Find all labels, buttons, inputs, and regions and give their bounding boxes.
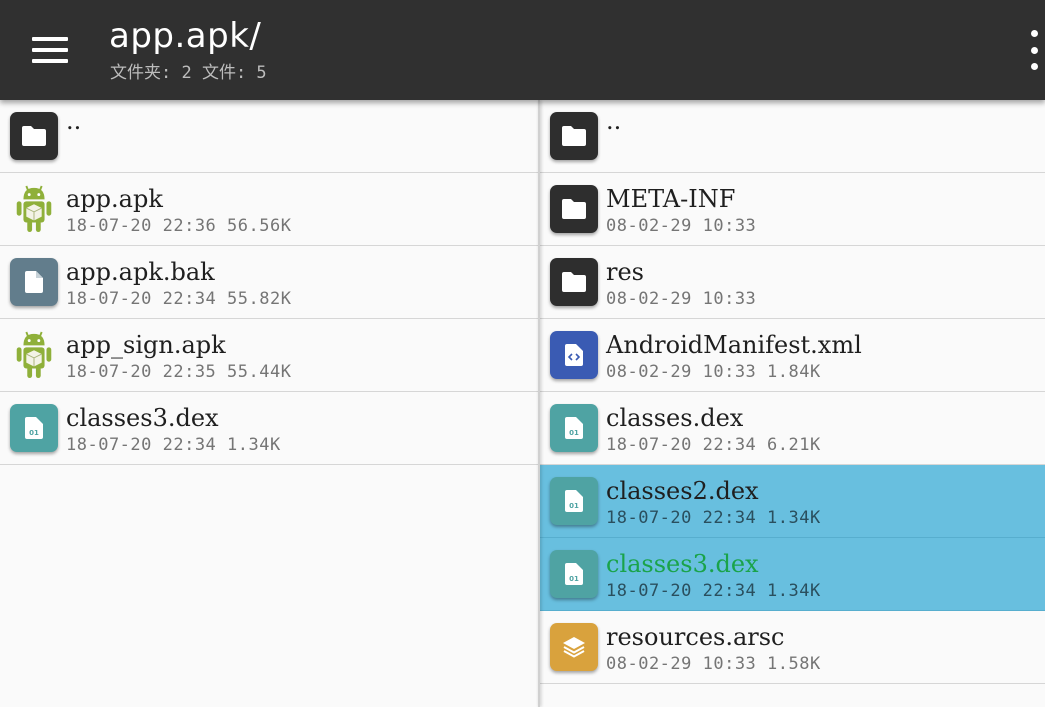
- file-row[interactable]: 01 classes3.dex 18-07-20 22:34 1.34K: [0, 392, 538, 465]
- file-name: app_sign.apk: [66, 331, 226, 359]
- folder-file-count: 文件夹: 2 文件: 5: [110, 63, 267, 83]
- android-icon: [10, 185, 58, 233]
- dex-file-icon: 01: [10, 404, 58, 452]
- menu-icon[interactable]: [20, 25, 80, 75]
- file-meta: 18-07-20 22:34 1.34K: [66, 435, 281, 455]
- folder-icon: [550, 258, 598, 306]
- file-name: AndroidManifest.xml: [606, 331, 862, 359]
- file-name-highlighted: classes3.dex: [606, 550, 759, 578]
- folder-icon: [10, 112, 58, 160]
- file-meta: 08-02-29 10:33: [606, 216, 757, 236]
- dex-file-icon: 01: [550, 550, 598, 598]
- file-row-parent[interactable]: ..: [0, 100, 538, 173]
- file-row-parent[interactable]: ..: [540, 100, 1045, 173]
- page-title: app.apk/: [109, 16, 262, 56]
- file-row[interactable]: META-INF 08-02-29 10:33: [540, 173, 1045, 246]
- file-row[interactable]: AndroidManifest.xml 08-02-29 10:33 1.84K: [540, 319, 1045, 392]
- file-row[interactable]: 01 classes.dex 18-07-20 22:34 6.21K: [540, 392, 1045, 465]
- svg-text:01: 01: [569, 502, 579, 510]
- file-row[interactable]: app_sign.apk 18-07-20 22:35 55.44K: [0, 319, 538, 392]
- file-name: classes2.dex: [606, 477, 759, 505]
- android-icon: [10, 331, 58, 379]
- file-meta: 08-02-29 10:33 1.58K: [606, 654, 821, 674]
- file-meta: 18-07-20 22:34 1.34K: [606, 581, 821, 601]
- file-meta: 18-07-20 22:34 55.82K: [66, 289, 292, 309]
- file-name: resources.arsc: [606, 623, 785, 651]
- file-name: classes3.dex: [66, 404, 219, 432]
- left-file-pane: .. app.apk 18-07-20 22:36 56.56K app.apk…: [0, 100, 538, 707]
- file-row[interactable]: res 08-02-29 10:33: [540, 246, 1045, 319]
- file-icon: [10, 258, 58, 306]
- file-meta: 18-07-20 22:34 1.34K: [606, 508, 821, 528]
- svg-text:01: 01: [569, 429, 579, 437]
- layers-icon: [550, 623, 598, 671]
- svg-text:01: 01: [29, 429, 39, 437]
- file-name: classes.dex: [606, 404, 744, 432]
- file-row[interactable]: resources.arsc 08-02-29 10:33 1.58K: [540, 611, 1045, 684]
- file-name: META-INF: [606, 185, 736, 213]
- file-name: app.apk.bak: [66, 258, 215, 286]
- dex-file-icon: 01: [550, 477, 598, 525]
- file-meta: 18-07-20 22:35 55.44K: [66, 362, 292, 382]
- pane-divider[interactable]: [538, 100, 540, 707]
- file-name: res: [606, 258, 644, 286]
- file-meta: 18-07-20 22:36 56.56K: [66, 216, 292, 236]
- file-meta: 18-07-20 22:34 6.21K: [606, 435, 821, 455]
- folder-icon: [550, 185, 598, 233]
- file-row[interactable]: app.apk 18-07-20 22:36 56.56K: [0, 173, 538, 246]
- file-row-selected[interactable]: 01 classes2.dex 18-07-20 22:34 1.34K: [540, 465, 1045, 538]
- file-meta: 08-02-29 10:33: [606, 289, 757, 309]
- file-name: ..: [66, 107, 82, 135]
- svg-text:01: 01: [569, 575, 579, 583]
- dex-file-icon: 01: [550, 404, 598, 452]
- right-file-pane: .. META-INF 08-02-29 10:33 res 08-02-29 …: [540, 100, 1045, 707]
- file-row-selected[interactable]: 01 classes3.dex 18-07-20 22:34 1.34K: [540, 538, 1045, 611]
- file-row[interactable]: app.apk.bak 18-07-20 22:34 55.82K: [0, 246, 538, 319]
- xml-code-icon: [550, 331, 598, 379]
- toolbar: app.apk/ 文件夹: 2 文件: 5: [0, 0, 1045, 100]
- folder-icon: [550, 112, 598, 160]
- file-meta: 08-02-29 10:33 1.84K: [606, 362, 821, 382]
- file-name: ..: [606, 107, 622, 135]
- file-name: app.apk: [66, 185, 163, 213]
- more-vert-icon[interactable]: [1023, 30, 1045, 70]
